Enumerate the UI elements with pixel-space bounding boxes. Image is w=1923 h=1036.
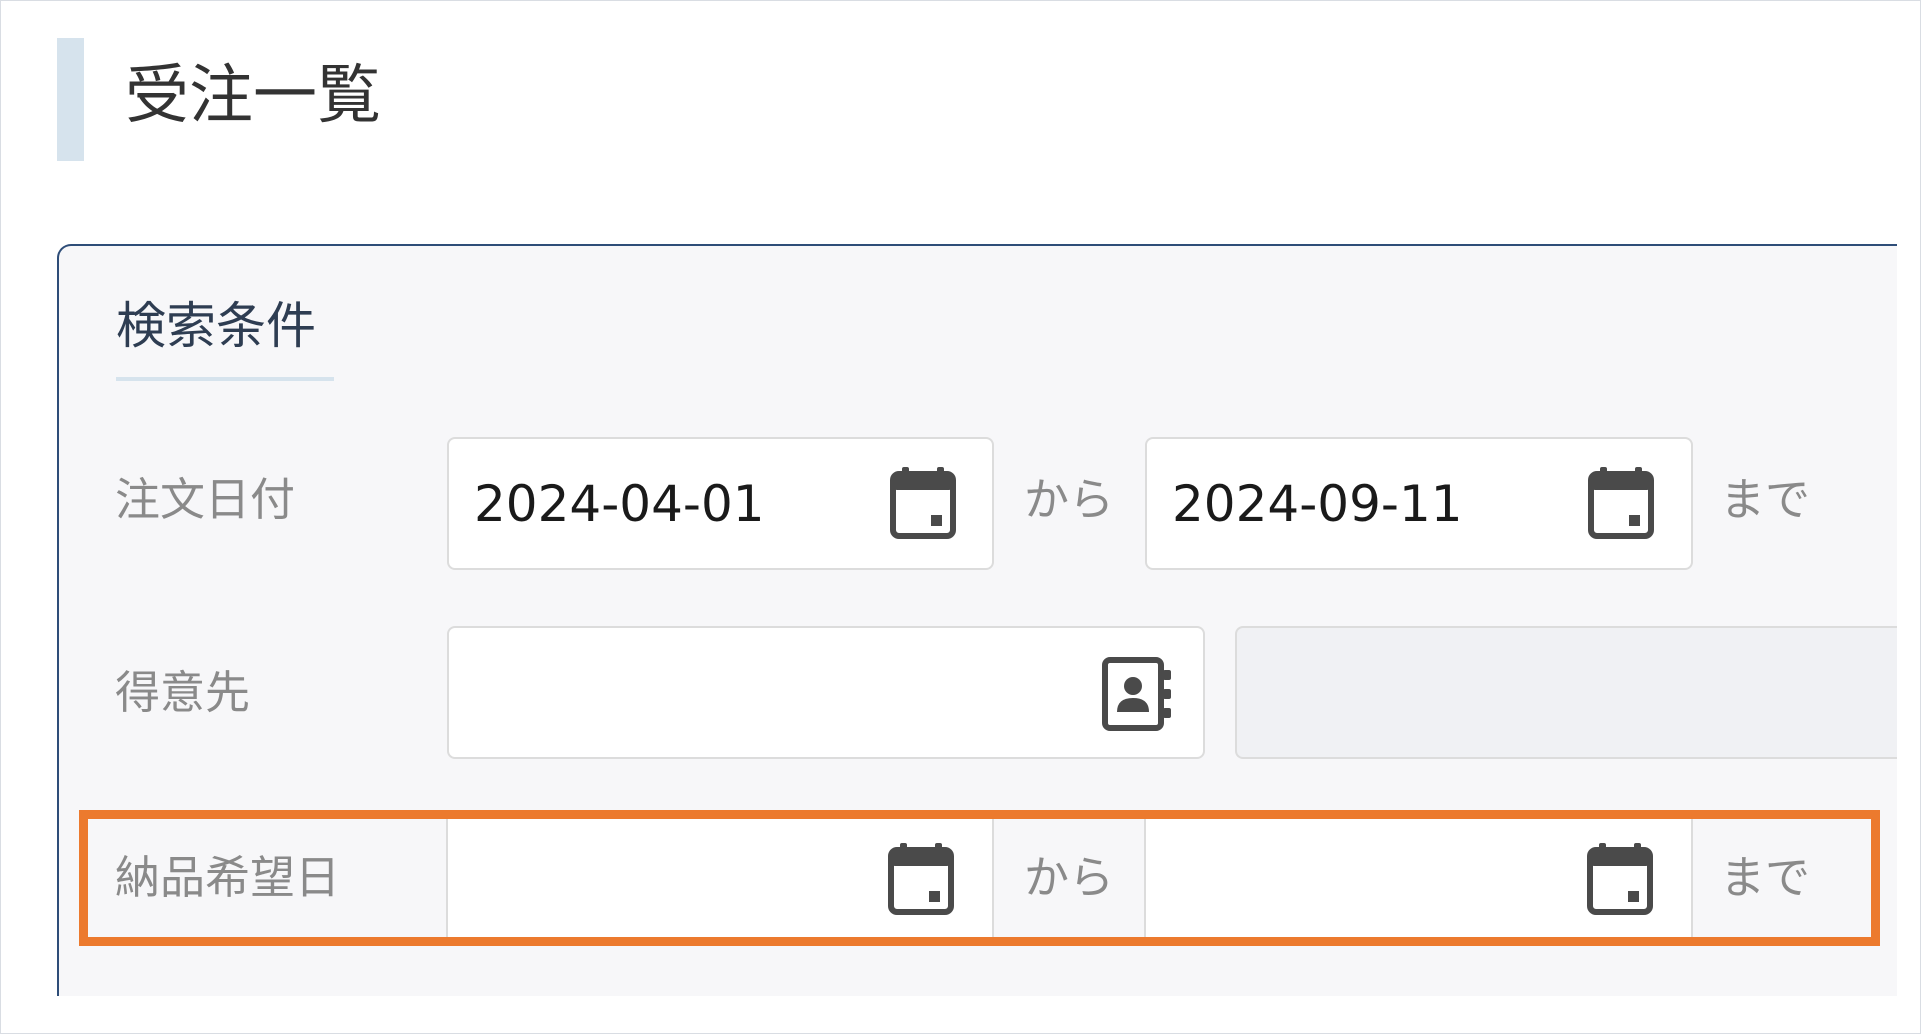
order-date-from-input[interactable]: 2024-04-01	[447, 437, 994, 570]
order-date-label: 注文日付	[115, 473, 296, 526]
calendar-icon[interactable]	[1587, 465, 1655, 545]
contact-book-icon[interactable]	[1101, 656, 1173, 736]
delivery-date-highlight	[79, 810, 1880, 946]
order-date-from-separator: から	[1024, 473, 1115, 526]
header-accent-bar	[57, 38, 84, 161]
order-date-to-value: 2024-09-11	[1172, 474, 1463, 533]
order-date-to-input[interactable]: 2024-09-11	[1145, 437, 1693, 570]
customer-name-display	[1235, 626, 1897, 759]
page-title: 受注一覧	[125, 59, 381, 133]
search-panel-title-underline	[116, 377, 334, 381]
order-date-to-separator: まで	[1720, 473, 1811, 526]
customer-code-input[interactable]	[447, 626, 1205, 759]
calendar-icon[interactable]	[889, 465, 957, 545]
order-date-from-value: 2024-04-01	[474, 474, 765, 533]
search-panel-title: 検索条件	[116, 297, 316, 355]
customer-label: 得意先	[115, 666, 251, 719]
